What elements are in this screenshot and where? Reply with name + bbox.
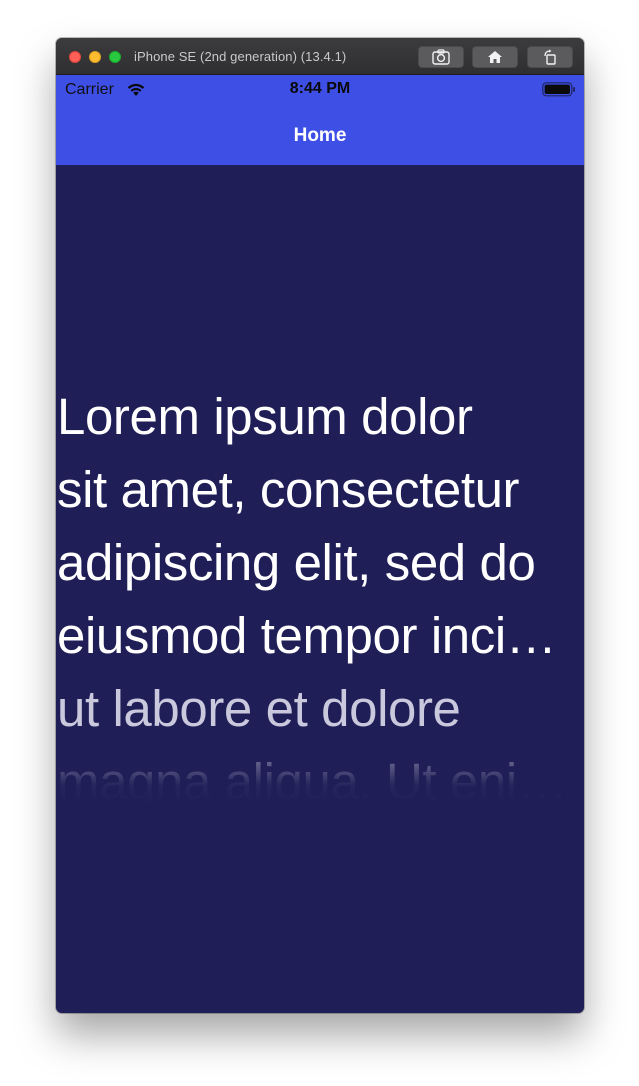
minimize-window-button[interactable] <box>89 51 101 63</box>
simulator-window: iPhone SE (2nd generation) (13.4.1) Carr… <box>56 38 584 1013</box>
nav-title: Home <box>293 125 347 146</box>
paragraph-line: Lorem ipsum dolor <box>57 388 473 445</box>
zoom-window-button[interactable] <box>109 51 121 63</box>
desktop-background: iPhone SE (2nd generation) (13.4.1) Carr… <box>0 0 639 1086</box>
lorem-paragraph: Lorem ipsum dolor sit amet, consectetur … <box>57 380 584 818</box>
rotate-icon <box>544 49 556 65</box>
paragraph-line: adipiscing elit, sed do <box>57 534 536 591</box>
paragraph-line-fading-out: magna aliqua. Ut eni… <box>57 745 584 818</box>
screenshot-button[interactable] <box>418 46 464 68</box>
paragraph-line-faded: ut labore et dolore <box>57 680 461 737</box>
navigation-bar: Home <box>56 103 584 165</box>
status-time: 8:44 PM <box>289 80 351 97</box>
paragraph-line: sit amet, consectetur <box>57 461 520 518</box>
home-icon <box>488 51 502 63</box>
rotate-button[interactable] <box>527 46 573 68</box>
window-titlebar[interactable]: iPhone SE (2nd generation) (13.4.1) <box>56 38 584 75</box>
content-area[interactable]: Lorem ipsum dolor sit amet, consectetur … <box>56 165 584 1013</box>
paragraph-line: eiusmod tempor inci… <box>57 607 557 664</box>
close-window-button[interactable] <box>69 51 81 63</box>
home-button[interactable] <box>472 46 518 68</box>
battery-icon <box>542 82 575 97</box>
camera-icon <box>432 49 450 65</box>
window-title: iPhone SE (2nd generation) (13.4.1) <box>134 49 347 64</box>
ios-status-bar: Carrier 8:44 PM <box>56 75 584 103</box>
